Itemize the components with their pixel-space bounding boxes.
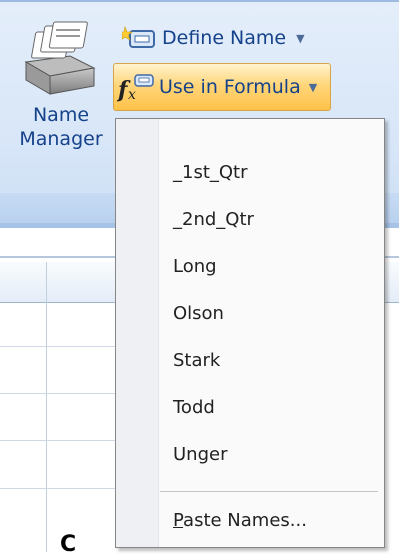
fx-icon: f x xyxy=(117,74,154,102)
chevron-down-icon: ▼ xyxy=(308,80,318,94)
define-name-label: Define Name xyxy=(162,27,287,49)
use-in-formula-menu: _1st_Qtr _2nd_Qtr Long Olson Stark Todd … xyxy=(115,118,385,548)
menu-item-olson[interactable]: Olson xyxy=(173,302,224,326)
name-manager-label: Name Manager xyxy=(0,103,122,151)
define-name-button[interactable]: Define Name ▼ xyxy=(122,21,305,55)
use-in-formula-label: Use in Formula xyxy=(159,76,301,98)
menu-icon-gutter xyxy=(116,119,159,547)
name-manager-icon xyxy=(24,21,96,95)
row-line xyxy=(0,440,115,441)
name-manager-label-line1: Name xyxy=(32,104,90,126)
column-divider xyxy=(46,262,47,552)
cell-text[interactable]: C xyxy=(60,532,76,557)
use-in-formula-button[interactable]: f x Use in Formula ▼ xyxy=(113,63,331,111)
menu-item-long[interactable]: Long xyxy=(173,255,217,279)
row-line xyxy=(0,346,115,347)
svg-text:x: x xyxy=(128,87,136,102)
menu-item-stark[interactable]: Stark xyxy=(173,349,220,373)
row-line xyxy=(0,393,115,394)
menu-item-paste-names[interactable]: Paste Names... xyxy=(173,509,307,533)
menu-item-todd[interactable]: Todd xyxy=(173,396,215,420)
name-manager-label-line2: Manager xyxy=(19,128,103,150)
menu-item-1st-qtr[interactable]: _1st_Qtr xyxy=(173,161,248,185)
chevron-down-icon: ▼ xyxy=(296,31,305,45)
row-line xyxy=(0,488,115,489)
paste-names-mnemonic: P xyxy=(173,510,184,531)
paste-names-label-rest: aste Names... xyxy=(183,510,307,531)
define-name-icon xyxy=(122,25,155,48)
menu-item-2nd-qtr[interactable]: _2nd_Qtr xyxy=(173,208,254,232)
menu-item-unger[interactable]: Unger xyxy=(173,443,227,467)
menu-separator xyxy=(160,491,378,492)
